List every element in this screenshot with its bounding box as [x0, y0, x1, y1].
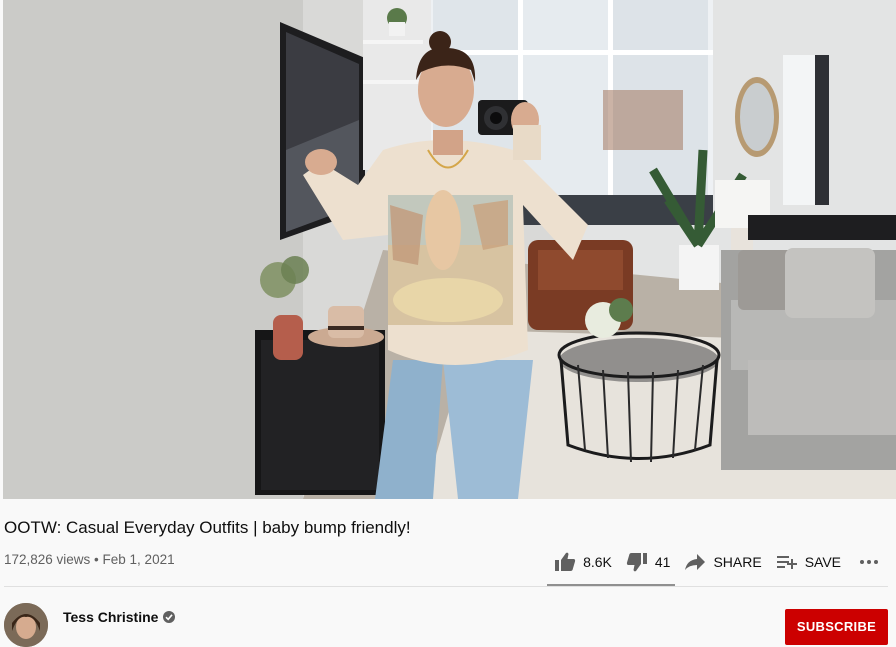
playlist-add-icon — [776, 556, 797, 569]
dislike-count: 41 — [654, 554, 671, 570]
dislike-button[interactable]: 41 — [626, 552, 671, 572]
channel-avatar[interactable] — [4, 603, 48, 647]
video-views-date: 172,826 views • Feb 1, 2021 — [4, 552, 175, 567]
divider — [4, 586, 888, 587]
more-actions-button[interactable] — [859, 559, 886, 565]
thumbs-down-icon — [626, 553, 647, 572]
verified-check-icon — [163, 611, 176, 623]
avatar-image — [4, 603, 48, 647]
channel-name[interactable]: Tess Christine — [63, 609, 176, 625]
channel-name-text: Tess Christine — [63, 609, 159, 625]
like-count: 8.6K — [583, 554, 612, 570]
video-player[interactable] — [3, 0, 896, 499]
save-label: SAVE — [804, 554, 841, 570]
share-label: SHARE — [713, 554, 762, 570]
save-button[interactable]: SAVE — [776, 553, 841, 571]
subscribe-button[interactable]: SUBSCRIBE — [785, 609, 888, 645]
more-icon — [860, 560, 878, 564]
video-actions: 8.6K 41 SHARE SAVE — [554, 549, 890, 575]
video-frame — [3, 0, 896, 499]
share-button[interactable]: SHARE — [684, 553, 762, 571]
like-button[interactable]: 8.6K — [554, 552, 612, 572]
video-title: OOTW: Casual Everyday Outfits | baby bum… — [4, 518, 411, 537]
share-arrow-icon — [685, 554, 706, 570]
thumbs-up-icon — [555, 552, 576, 571]
